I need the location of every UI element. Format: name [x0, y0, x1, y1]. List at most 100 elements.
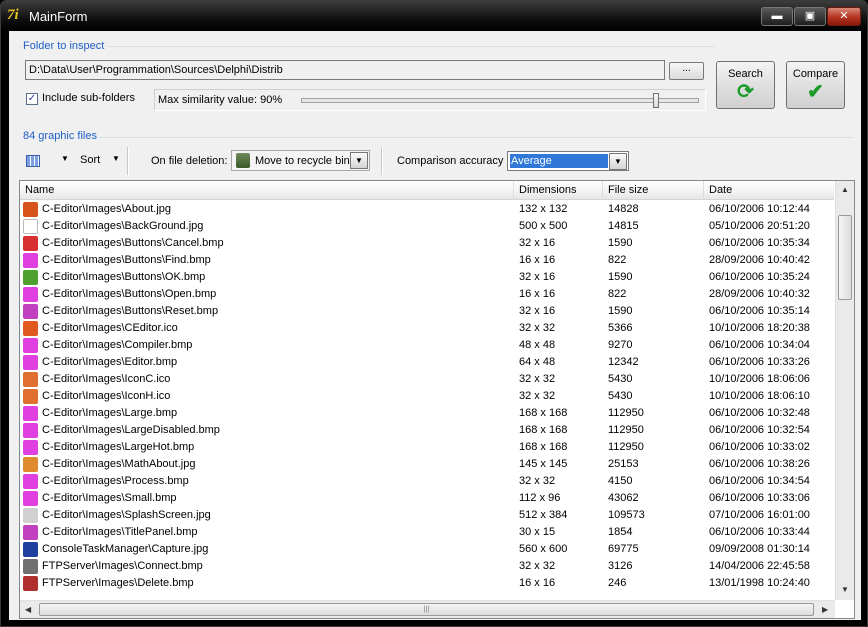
file-size: 5430 [608, 373, 633, 385]
table-row[interactable]: C-Editor\Images\SplashScreen.jpg 512 x 38… [20, 507, 834, 524]
browse-button[interactable]: ... [669, 62, 704, 80]
table-row[interactable]: C-Editor\Images\Buttons\Open.bmp 16 x 16 8… [20, 286, 834, 303]
table-row[interactable]: C-Editor\Images\Compiler.bmp 48 x 48 9270 0… [20, 337, 834, 354]
deletion-label: On file deletion: [151, 155, 228, 167]
checkmark-icon: ✔ [807, 81, 824, 103]
table-row[interactable]: C-Editor\Images\Buttons\Cancel.bmp 32 x 1… [20, 235, 834, 252]
file-dimensions: 32 x 32 [519, 322, 556, 334]
file-dimensions: 560 x 600 [519, 543, 568, 555]
file-name: C-Editor\Images\CEditor.ico [42, 322, 178, 334]
column-header-date[interactable]: Date [704, 181, 834, 200]
scroll-up-arrow-icon[interactable]: ▲ [841, 185, 849, 194]
folder-group-title: Folder to inspect [21, 40, 107, 52]
file-date: 10/10/2006 18:20:38 [709, 322, 810, 334]
file-size: 112950 [608, 407, 644, 419]
column-header-file-size[interactable]: File size [603, 181, 704, 200]
search-button[interactable]: Search ⟳ [716, 61, 775, 109]
table-row[interactable]: C-Editor\Images\Large.bmp 168 x 168 112950… [20, 405, 834, 422]
file-date: 06/10/2006 10:34:04 [709, 339, 810, 351]
column-header-name[interactable]: Name [20, 181, 514, 200]
file-size: 9270 [608, 339, 633, 351]
file-thumbnail-icon [23, 202, 38, 217]
file-date: 07/10/2006 16:01:00 [709, 509, 810, 521]
file-name: C-Editor\Images\MathAbout.jpg [42, 458, 196, 470]
horizontal-scroll-thumb[interactable]: ||| [39, 603, 814, 616]
sort-button[interactable]: Sort [80, 154, 100, 166]
file-dimensions: 32 x 16 [519, 237, 556, 249]
file-date: 14/04/2006 22:45:58 [709, 560, 810, 572]
file-name: C-Editor\Images\Buttons\Open.bmp [42, 288, 217, 300]
vertical-scrollbar[interactable]: ▲ ▼ [835, 181, 854, 600]
file-dimensions: 512 x 384 [519, 509, 568, 521]
recycle-bin-icon [236, 153, 250, 168]
accuracy-label: Comparison accuracy [397, 155, 504, 167]
table-row[interactable]: FTPServer\Images\Connect.bmp 32 x 32 3126 1… [20, 558, 834, 575]
file-thumbnail-icon [23, 423, 38, 438]
file-date: 06/10/2006 10:38:26 [709, 458, 810, 470]
table-row[interactable]: C-Editor\Images\MathAbout.jpg 145 x 145 25… [20, 456, 834, 473]
chevron-down-icon[interactable]: ▼ [609, 153, 627, 170]
table-row[interactable]: C-Editor\Images\Buttons\Reset.bmp 32 x 16… [20, 303, 834, 320]
file-thumbnail-icon [23, 338, 38, 353]
table-row[interactable]: C-Editor\Images\About.jpg 132 x 132 14828 0… [20, 201, 834, 218]
file-name: C-Editor\Images\Large.bmp [42, 407, 178, 419]
table-row[interactable]: C-Editor\Images\Buttons\Find.bmp 16 x 16 8… [20, 252, 834, 269]
file-name: ConsoleTaskManager\Capture.jpg [42, 543, 209, 555]
file-thumbnail-icon [23, 508, 38, 523]
file-date: 06/10/2006 10:33:44 [709, 526, 810, 538]
table-row[interactable]: C-Editor\Images\CEditor.ico 32 x 32 5366 10… [20, 320, 834, 337]
folder-path-input[interactable]: D:\Data\User\Programmation\Sources\Delph… [25, 60, 665, 80]
table-row[interactable]: C-Editor\Images\TitlePanel.bmp 30 x 15 185… [20, 524, 834, 541]
table-row[interactable]: C-Editor\Images\Buttons\OK.bmp 32 x 16 159… [20, 269, 834, 286]
folder-group-divider [19, 46, 714, 47]
view-dropdown-arrow-icon[interactable]: ▼ [61, 154, 69, 163]
file-name: C-Editor\Images\About.jpg [42, 203, 172, 215]
title-bar[interactable]: 7i MainForm ▬ ▣ ✕ [1, 1, 867, 31]
file-name: C-Editor\Images\Editor.bmp [42, 356, 178, 368]
table-row[interactable]: C-Editor\Images\BackGround.jpg 500 x 500 1… [20, 218, 834, 235]
chevron-down-icon[interactable]: ▼ [350, 152, 368, 169]
minimize-button[interactable]: ▬ [761, 7, 793, 26]
table-row[interactable]: C-Editor\Images\Process.bmp 32 x 32 4150 06… [20, 473, 834, 490]
similarity-slider[interactable] [301, 93, 699, 108]
table-row[interactable]: C-Editor\Images\LargeDisabled.bmp 168 x 1… [20, 422, 834, 439]
scroll-right-arrow-icon[interactable]: ▶ [822, 605, 828, 614]
file-name: FTPServer\Images\Connect.bmp [42, 560, 203, 572]
table-row[interactable]: C-Editor\Images\IconH.ico 32 x 32 5430 10/1… [20, 388, 834, 405]
table-row[interactable]: C-Editor\Images\IconC.ico 32 x 32 5430 10/1… [20, 371, 834, 388]
include-subfolders-checkbox[interactable]: ✓ [26, 93, 38, 105]
list-rows: C-Editor\Images\About.jpg 132 x 132 14828 0… [20, 201, 834, 592]
file-date: 06/10/2006 10:35:14 [709, 305, 810, 317]
file-thumbnail-icon [23, 457, 38, 472]
close-button[interactable]: ✕ [827, 7, 861, 26]
file-name: C-Editor\Images\Buttons\Reset.bmp [42, 305, 219, 317]
deletion-select[interactable]: Move to recycle bin ▼ [231, 150, 370, 171]
file-size: 3126 [608, 560, 633, 572]
table-row[interactable]: FTPServer\Images\Delete.bmp 16 x 16 246 13/… [20, 575, 834, 592]
table-row[interactable]: C-Editor\Images\Small.bmp 112 x 96 43062 06… [20, 490, 834, 507]
vertical-scroll-thumb[interactable] [838, 215, 852, 300]
file-dimensions: 112 x 96 [519, 492, 561, 504]
maximize-button[interactable]: ▣ [794, 7, 826, 26]
scroll-left-arrow-icon[interactable]: ◀ [25, 605, 31, 614]
scroll-down-arrow-icon[interactable]: ▼ [841, 585, 849, 594]
compare-button[interactable]: Compare ✔ [786, 61, 845, 109]
file-date: 06/10/2006 10:33:02 [709, 441, 810, 453]
file-dimensions: 32 x 32 [519, 390, 556, 402]
file-thumbnail-icon [23, 542, 38, 557]
file-thumbnail-icon [23, 576, 38, 591]
file-list[interactable]: Name Dimensions File size Date C-Editor\… [19, 180, 855, 619]
table-row[interactable]: C-Editor\Images\Editor.bmp 64 x 48 12342 06… [20, 354, 834, 371]
column-header-dimensions[interactable]: Dimensions [514, 181, 603, 200]
accuracy-select[interactable]: Average ▼ [507, 151, 629, 171]
table-row[interactable]: C-Editor\Images\LargeHot.bmp 168 x 168 112… [20, 439, 834, 456]
horizontal-scrollbar[interactable]: ◀ ||| ▶ [20, 600, 835, 618]
file-date: 05/10/2006 20:51:20 [709, 220, 810, 232]
similarity-slider-thumb[interactable] [653, 93, 659, 108]
view-grid-icon[interactable] [26, 155, 40, 167]
sort-dropdown-arrow-icon[interactable]: ▼ [112, 154, 120, 163]
file-dimensions: 16 x 16 [519, 288, 556, 300]
table-row[interactable]: ConsoleTaskManager\Capture.jpg 560 x 600 6… [20, 541, 834, 558]
file-size: 14828 [608, 203, 639, 215]
file-thumbnail-icon [23, 389, 38, 404]
